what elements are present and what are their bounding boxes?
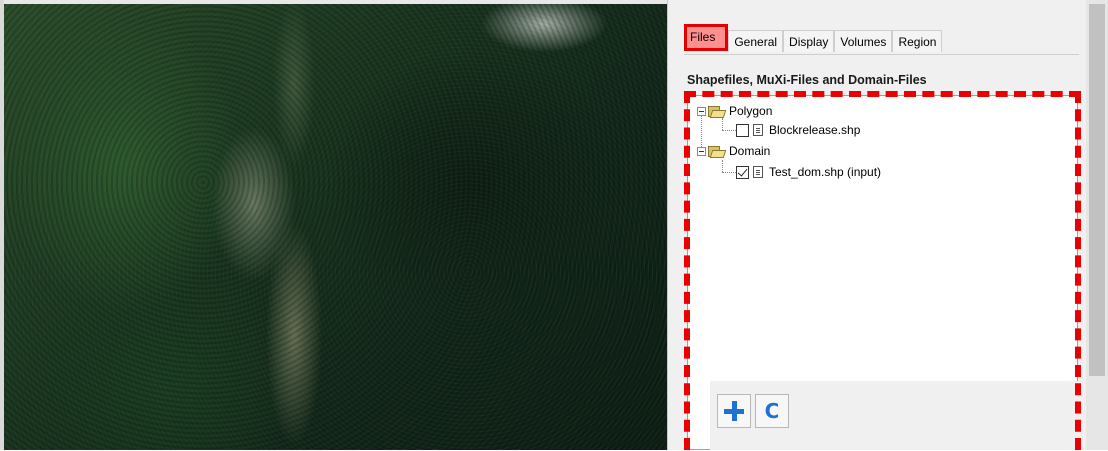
tree-connector [722,130,736,131]
side-panel: Files General Display Volumes Region Sha… [667,0,1108,450]
panel-separator [667,0,668,450]
add-file-button[interactable] [717,394,751,428]
vertical-scrollbar[interactable] [1086,0,1108,450]
tab-region[interactable]: Region [892,30,943,52]
refresh-button[interactable]: C [755,394,789,428]
tree-node-blockrelease[interactable]: Blockrelease.shp [736,121,860,139]
map-left-border [0,0,4,450]
collapse-toggle-icon[interactable] [697,146,706,156]
refresh-icon: C [764,399,780,423]
tab-files[interactable]: Files [684,24,729,51]
folder-open-icon [708,145,727,158]
tab-display[interactable]: Display [783,30,835,52]
collapse-toggle-icon[interactable] [697,106,706,116]
tree-node-label: Blockrelease.shp [769,123,861,137]
tree-node-label: Test_dom.shp (input) [769,165,882,179]
tree-node-label: Polygon [729,104,773,118]
layer-checkbox[interactable] [736,165,749,179]
scrollbar-thumb[interactable] [1089,4,1105,376]
tab-volumes[interactable]: Volumes [834,30,893,52]
folder-open-icon [708,105,727,118]
tree-node-label: Domain [729,144,771,158]
file-icon [753,124,763,136]
file-toolbar: C [710,381,1108,450]
tree-connector [722,172,736,173]
forest-texture [4,4,667,450]
map-top-border [0,0,667,4]
tree-node-polygon[interactable]: Polygon [697,102,772,120]
section-title: Shapefiles, MuXi-Files and Domain-Files [687,73,927,87]
file-icon [753,166,763,178]
tree-connector [722,160,723,172]
tab-general[interactable]: General [728,30,784,52]
tab-strip: Files General Display Volumes Region [684,24,943,54]
tree-node-domain[interactable]: Domain [697,142,770,160]
aerial-map-view[interactable] [4,4,667,450]
layer-checkbox[interactable] [736,123,749,137]
tree-node-test-dom[interactable]: Test_dom.shp (input) [736,163,881,181]
